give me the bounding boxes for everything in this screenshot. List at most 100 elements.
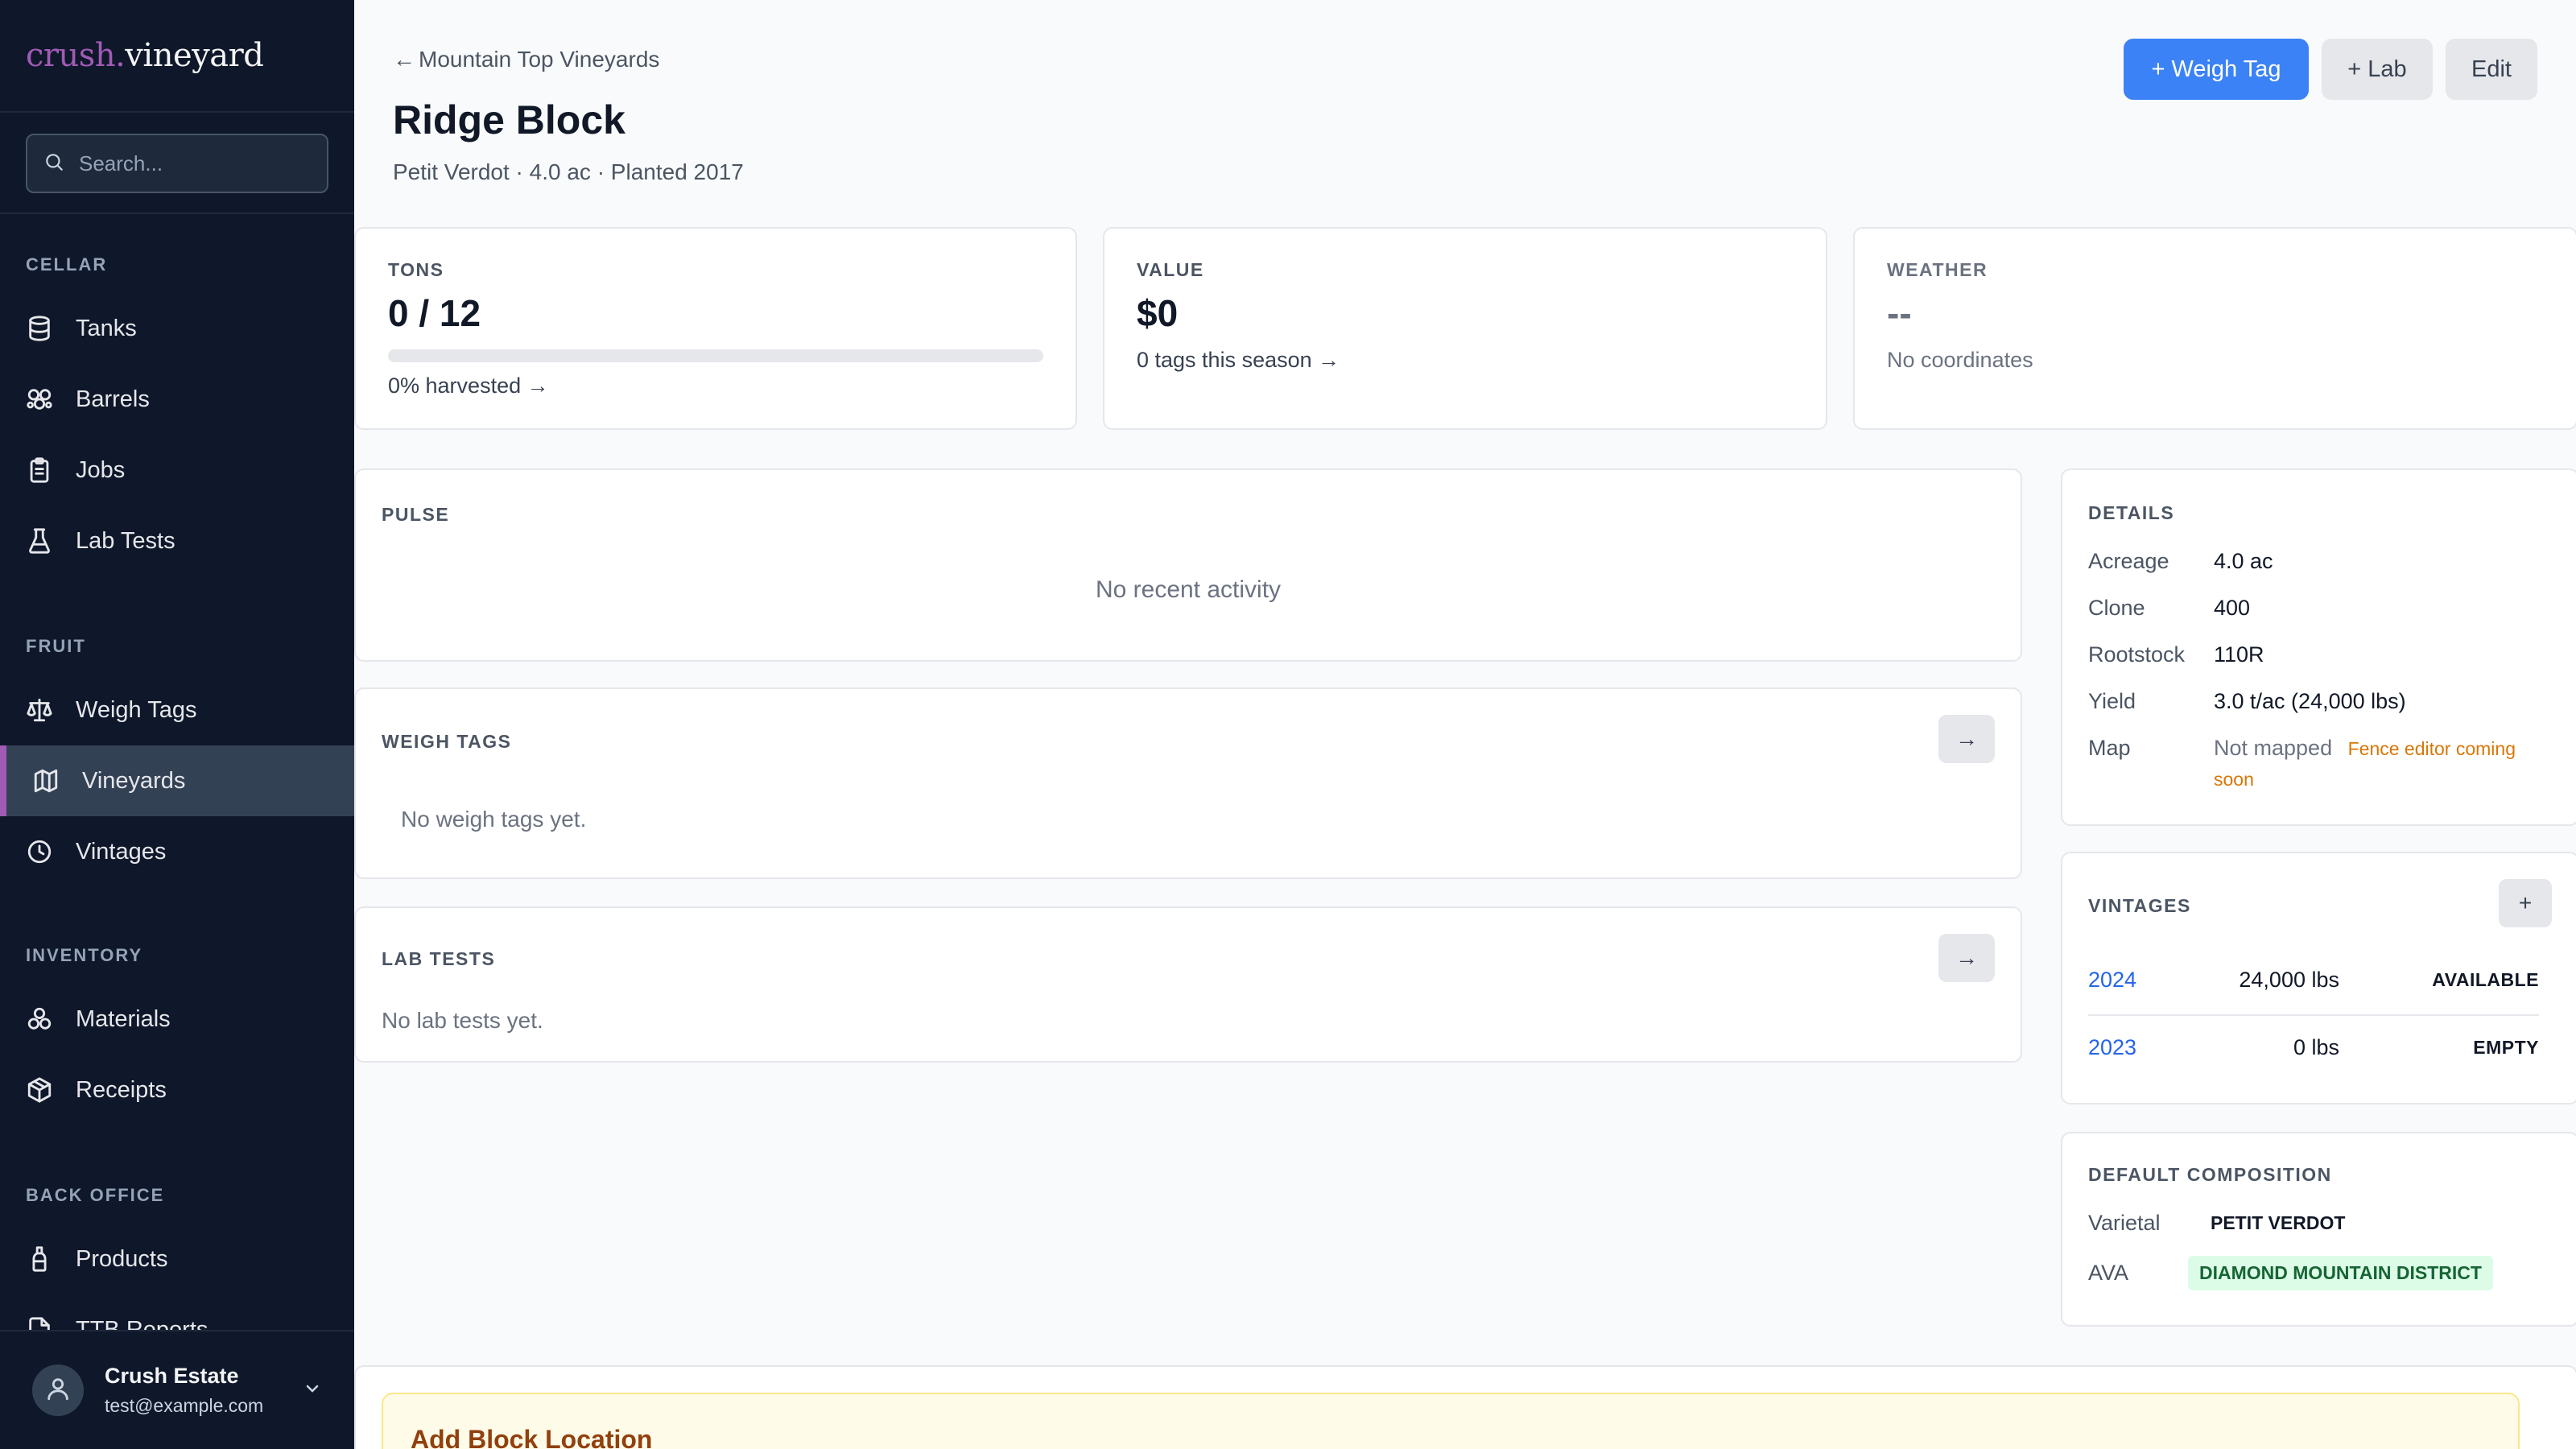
sidebar-item-vineyards[interactable]: Vineyards	[0, 745, 354, 816]
chevron-down-icon[interactable]	[303, 1379, 322, 1402]
breadcrumb[interactable]: ← Mountain Top Vineyards	[393, 47, 659, 72]
add-lab-button[interactable]: + Lab	[2322, 39, 2433, 100]
clock-icon	[26, 838, 53, 865]
search-box[interactable]	[26, 134, 328, 193]
detail-key: Clone	[2088, 596, 2145, 620]
sidebar-item-label: Vineyards	[82, 767, 186, 794]
card-title: DETAILS	[2088, 502, 2175, 523]
detail-row-yield: Yield 3.0 t/ac (24,000 lbs)	[2088, 689, 2406, 714]
detail-value: 4.0 ac	[2214, 549, 2273, 573]
card-title: DEFAULT COMPOSITION	[2088, 1164, 2332, 1185]
user-email: test@example.com	[105, 1395, 264, 1416]
sidebar-item-label: Products	[76, 1245, 168, 1272]
user-icon	[44, 1375, 72, 1406]
view-all-lab-tests-button[interactable]: →	[1938, 934, 1995, 982]
user-info: Crush Estate test@example.com	[105, 1364, 282, 1417]
sidebar-item-vintages[interactable]: Vintages	[0, 816, 354, 887]
user-menu[interactable]: Crush Estate test@example.com	[0, 1330, 354, 1449]
stat-link[interactable]: 0% harvested →	[388, 374, 549, 398]
bottle-icon	[26, 1245, 53, 1273]
vintage-row[interactable]: 2023 0 lbs EMPTY	[2088, 1014, 2539, 1080]
edit-button[interactable]: Edit	[2446, 39, 2537, 100]
detail-row-clone: Clone 400	[2088, 596, 2250, 621]
vintage-status: AVAILABLE	[2432, 968, 2539, 990]
avatar	[32, 1364, 84, 1416]
view-all-weigh-tags-button[interactable]: →	[1938, 715, 1995, 763]
stat-card-value[interactable]: VALUE $0 0 tags this season →	[1103, 227, 1827, 430]
section-title-fruit: FRUIT	[26, 636, 86, 656]
map-icon	[32, 767, 60, 795]
stat-card-tons[interactable]: TONS 0 / 12 0% harvested →	[354, 227, 1077, 430]
detail-key: Map	[2088, 736, 2131, 760]
sidebar-item-label: Materials	[76, 1005, 171, 1032]
materials-icon	[26, 1005, 53, 1033]
barrels-icon	[26, 386, 53, 413]
vintage-year-link[interactable]: 2023	[2088, 1035, 2209, 1060]
sidebar-item-label: Jobs	[76, 456, 126, 483]
banner-title: Add Block Location	[411, 1425, 653, 1449]
sidebar-item-lab-tests[interactable]: Lab Tests	[0, 506, 354, 576]
add-weigh-tag-button[interactable]: + Weigh Tag	[2124, 39, 2309, 100]
stat-label: TONS	[388, 259, 444, 280]
lab-tests-card: LAB TESTS → No lab tests yet.	[354, 906, 2022, 1063]
brand-logo[interactable]: crush. vineyard	[0, 0, 354, 113]
back-arrow-icon: ←	[393, 47, 415, 72]
search-icon	[43, 151, 64, 176]
composition-key: AVA	[2088, 1261, 2129, 1285]
sidebar-item-jobs[interactable]: Jobs	[0, 435, 354, 506]
flask-icon	[26, 527, 53, 555]
vintage-lbs: 0 lbs	[2293, 1034, 2339, 1059]
composition-row-ava: AVA DIAMOND MOUNTAIN DISTRICT	[2088, 1256, 2493, 1290]
sidebar-item-products[interactable]: Products	[0, 1224, 354, 1294]
composition-card: DEFAULT COMPOSITION Varietal PETIT VERDO…	[2061, 1132, 2576, 1327]
composition-key: Varietal	[2088, 1211, 2161, 1235]
card-title: VINTAGES	[2088, 895, 2191, 916]
sidebar-item-materials[interactable]: Materials	[0, 984, 354, 1055]
ava-tag: DIAMOND MOUNTAIN DISTRICT	[2188, 1256, 2493, 1290]
detail-value: 400	[2214, 596, 2251, 620]
sidebar-item-label: Tanks	[76, 315, 137, 341]
detail-key: Yield	[2088, 689, 2136, 713]
pulse-card: PULSE No recent activity	[354, 469, 2022, 662]
add-vintage-button[interactable]: +	[2499, 879, 2552, 927]
card-title: WEIGH TAGS	[382, 731, 512, 752]
vintage-row[interactable]: 2024 24,000 lbs AVAILABLE	[2088, 947, 2539, 1013]
brand-part-1: crush.	[26, 37, 126, 74]
section-title-inventory: INVENTORY	[26, 945, 143, 965]
section-title-cellar: CELLAR	[26, 254, 108, 275]
stat-value: $0	[1137, 292, 1179, 334]
sidebar-item-label: Lab Tests	[76, 527, 175, 554]
map-note-continued: soon	[2214, 769, 2254, 790]
sidebar: crush.vineyard CELLAR Tanks Barrels Jobs…	[0, 0, 354, 1449]
stat-label: VALUE	[1137, 259, 1204, 280]
card-title: LAB TESTS	[382, 948, 496, 969]
sidebar-item-barrels[interactable]: Barrels	[0, 364, 354, 435]
page-subtitle: Petit Verdot · 4.0 ac · Planted 2017	[393, 159, 744, 184]
card-title: PULSE	[382, 504, 450, 525]
composition-row-varietal: Varietal PETIT VERDOT	[2088, 1206, 2356, 1241]
map-value: Not mapped Fence editor coming soon	[2214, 736, 2552, 791]
breadcrumb-link[interactable]: Mountain Top Vineyards	[419, 47, 659, 72]
varietal-tag: PETIT VERDOT	[2211, 1212, 2346, 1233]
detail-row-acreage: Acreage 4.0 ac	[2088, 549, 2273, 574]
stat-card-weather: WEATHER -- No coordinates	[1853, 227, 2576, 430]
sidebar-item-label: Barrels	[76, 386, 150, 412]
sidebar-item-weigh-tags[interactable]: Weigh Tags	[0, 675, 354, 745]
clipboard-icon	[26, 456, 53, 484]
main-content: ← Mountain Top Vineyards Ridge Block Pet…	[354, 0, 2576, 1449]
vintage-year-link[interactable]: 2024	[2088, 968, 2209, 993]
detail-key: Rootstock	[2088, 642, 2186, 667]
sidebar-item-tanks[interactable]: Tanks	[0, 293, 354, 364]
user-name: Crush Estate	[105, 1364, 239, 1388]
page-title: Ridge Block	[393, 97, 625, 142]
search-input[interactable]	[79, 151, 320, 176]
stat-link[interactable]: 0 tags this season →	[1137, 348, 1340, 373]
map-status: Not mapped	[2214, 736, 2333, 760]
brand-part-2: vineyard	[125, 37, 264, 74]
sidebar-item-receipts[interactable]: Receipts	[0, 1055, 354, 1125]
scale-icon	[26, 696, 53, 724]
database-icon	[26, 315, 53, 342]
add-location-banner[interactable]: Add Block Location	[382, 1393, 2520, 1449]
sidebar-item-label: Receipts	[76, 1076, 167, 1103]
harvest-progress-bar	[388, 349, 1043, 362]
